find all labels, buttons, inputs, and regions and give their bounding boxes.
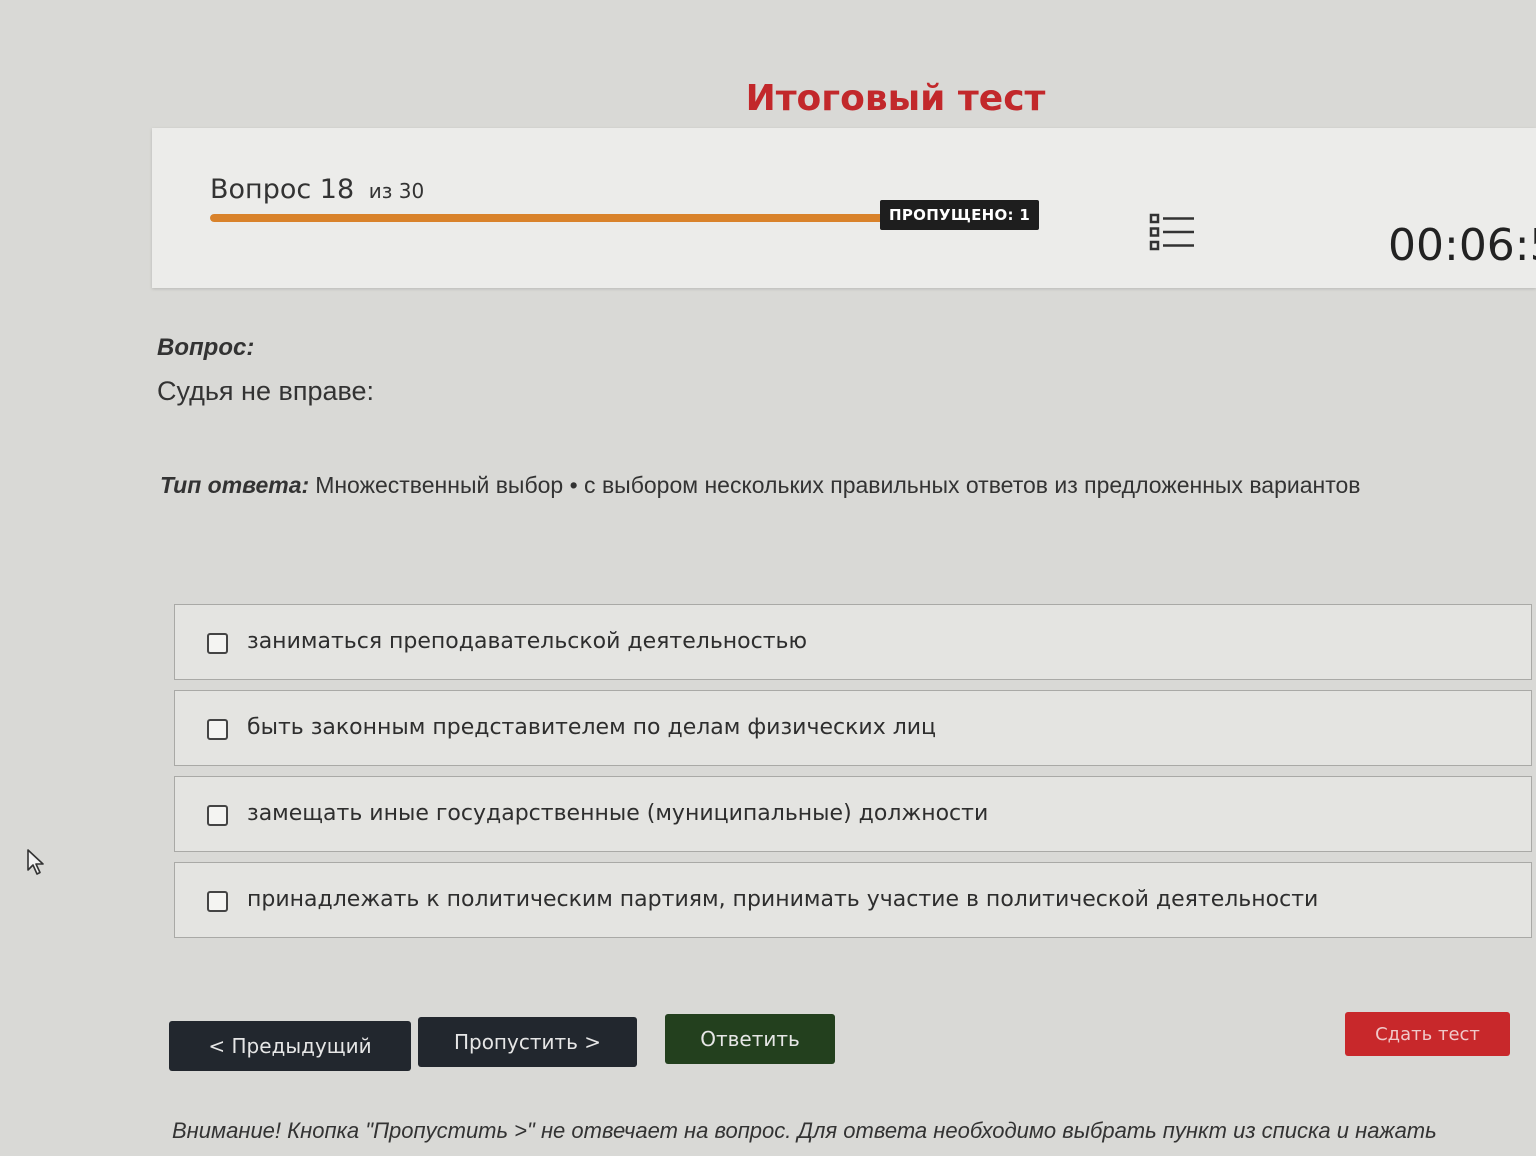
checkbox[interactable] [207, 805, 228, 826]
question-total: из 30 [368, 179, 425, 203]
question-number: 18 [319, 174, 355, 205]
test-header-panel: Вопрос 18 из 30 ПРОПУЩЕНО: 1 00:06:5 [152, 128, 1536, 288]
question-label: Вопрос: [157, 334, 255, 361]
submit-test-button[interactable]: Сдать тест [1345, 1012, 1510, 1056]
answer-type-value: Множественный выбор • с выбором нескольк… [315, 472, 1361, 498]
checkbox[interactable] [207, 633, 228, 654]
mouse-pointer-icon [27, 849, 44, 875]
question-word: Вопрос [210, 174, 312, 205]
checkbox[interactable] [207, 891, 228, 912]
countdown-timer: 00:06:5 [1388, 220, 1536, 271]
skip-button[interactable]: Пропустить > [418, 1017, 637, 1067]
option-text: быть законным представителем по делам фи… [247, 715, 937, 740]
answer-option-2[interactable]: быть законным представителем по делам фи… [174, 690, 1532, 766]
answer-option-4[interactable]: принадлежать к политическим партиям, при… [174, 862, 1532, 938]
answer-options: заниматься преподавательской деятельност… [174, 604, 1532, 948]
skipped-badge: ПРОПУЩЕНО: 1 [880, 200, 1040, 230]
question-counter: Вопрос 18 из 30 [210, 174, 424, 205]
answer-type: Тип ответа: Множественный выбор • с выбор… [160, 472, 1361, 499]
answer-option-3[interactable]: замещать иные государственные (муниципал… [174, 776, 1532, 852]
option-text: замещать иные государственные (муниципал… [247, 801, 989, 826]
answer-button[interactable]: Ответить [665, 1014, 835, 1064]
answer-option-1[interactable]: заниматься преподавательской деятельност… [174, 604, 1532, 680]
option-text: заниматься преподавательской деятельност… [247, 629, 808, 654]
checkbox[interactable] [207, 719, 228, 740]
option-text: принадлежать к политическим партиям, при… [247, 887, 1319, 912]
question-text: Судья не вправе: [157, 376, 375, 406]
answer-type-label: Тип ответа: [160, 472, 310, 498]
question-list-icon[interactable] [1148, 210, 1196, 254]
progress-fill [210, 214, 996, 222]
previous-button[interactable]: < Предыдущий [169, 1021, 411, 1071]
skip-notice: Внимание! Кнопка "Пропустить >" не отвеч… [172, 1118, 1437, 1143]
page-title: Итоговый тест [745, 78, 1046, 119]
